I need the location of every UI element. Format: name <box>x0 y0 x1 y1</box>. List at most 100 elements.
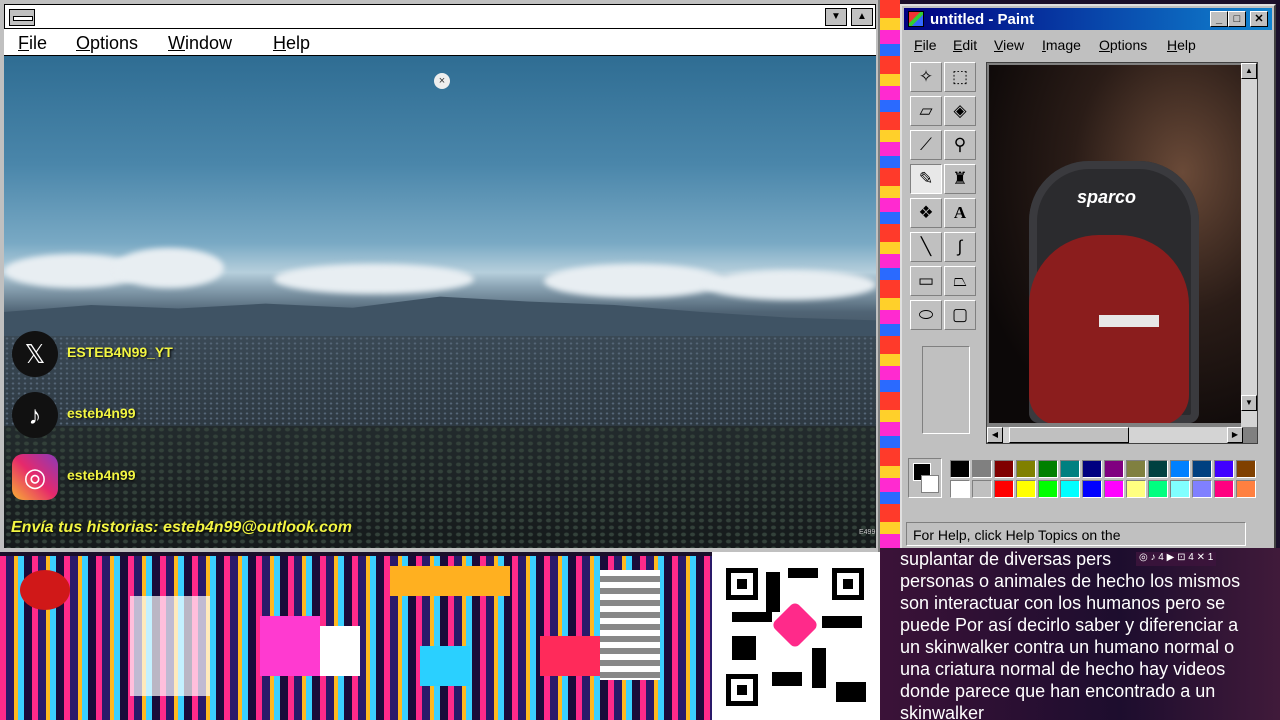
paint-menu-file[interactable]: File <box>914 37 937 53</box>
glitch-side-strip <box>880 0 900 552</box>
overlay-close-icon[interactable]: × <box>434 73 450 89</box>
paint-canvas-area[interactable]: sparco ▲ ▼ ◀ ▶ <box>986 62 1258 444</box>
mini-socials-bar: ◎ ♪ 4 ▶ ⊡ 4 ✕ 1 <box>1136 552 1217 566</box>
menu-file[interactable]: File <box>18 33 47 54</box>
caption-line: una criatura normal de hecho hay videos <box>900 659 1226 679</box>
caption-line: suplantar de diversas pers <box>900 549 1112 569</box>
x-logo-icon: 𝕏 <box>12 331 58 377</box>
brush-icon[interactable]: ♜ <box>944 164 976 194</box>
caption-text: suplantar de diversas pers personas o an… <box>900 548 1278 720</box>
vtuber-canvas-image: sparco <box>989 65 1247 423</box>
palette-swatch[interactable] <box>1060 480 1080 498</box>
menu-window[interactable]: Window <box>168 33 232 54</box>
paint-menu-view[interactable]: View <box>994 37 1024 53</box>
paint-title: untitled - Paint <box>930 11 1035 28</box>
palette-swatch[interactable] <box>1038 460 1058 478</box>
paint-menu-image[interactable]: Image <box>1042 37 1081 53</box>
ellipse-icon[interactable]: ⬭ <box>910 300 942 330</box>
polygon-icon[interactable]: ⏢ <box>944 266 976 296</box>
palette-swatch[interactable] <box>1214 460 1234 478</box>
palette-swatch[interactable] <box>1192 480 1212 498</box>
color-picker-icon[interactable]: ⟋ <box>910 130 942 160</box>
palette-swatch[interactable] <box>1126 480 1146 498</box>
rectangle-icon[interactable]: ▭ <box>910 266 942 296</box>
airbrush-icon[interactable]: ❖ <box>910 198 942 228</box>
palette-swatch[interactable] <box>1236 460 1256 478</box>
rounded-rect-icon[interactable]: ▢ <box>944 300 976 330</box>
scroll-right-icon[interactable]: ▶ <box>1227 427 1243 443</box>
palette-swatch[interactable] <box>1170 480 1190 498</box>
palette-swatch[interactable] <box>1104 460 1124 478</box>
palette-swatch[interactable] <box>1126 460 1146 478</box>
palette-swatch[interactable] <box>1148 460 1168 478</box>
caption-line: skinwalker <box>900 703 985 720</box>
minimize-button[interactable]: ▼ <box>825 8 847 26</box>
scroll-up-icon[interactable]: ▲ <box>1241 63 1257 79</box>
palette-swatch[interactable] <box>1148 480 1168 498</box>
instagram-handle: esteb4n99 <box>67 467 136 483</box>
tiktok-handle: esteb4n99 <box>67 405 136 421</box>
free-select-icon[interactable]: ✧ <box>910 62 942 92</box>
palette-swatch[interactable] <box>1236 480 1256 498</box>
paint-menubar: File Edit View Image Options Help <box>904 34 1272 56</box>
paint-minimize-button[interactable]: _ <box>1210 11 1228 27</box>
pixel-art-banner <box>0 556 712 720</box>
text-tool-icon[interactable]: A <box>944 198 976 228</box>
palette-swatch[interactable] <box>1170 460 1190 478</box>
palette-swatch[interactable] <box>994 460 1014 478</box>
paint-app-icon[interactable] <box>908 11 924 27</box>
scroll-thumb[interactable] <box>1009 427 1129 443</box>
viewer-titlebar: ▼ ▲ <box>4 4 876 29</box>
paint-maximize-button[interactable]: □ <box>1228 11 1246 27</box>
paint-menu-edit[interactable]: Edit <box>953 37 977 53</box>
curve-icon[interactable]: ∫ <box>944 232 976 262</box>
menu-help[interactable]: Help <box>273 33 310 54</box>
scroll-left-icon[interactable]: ◀ <box>987 427 1003 443</box>
palette-swatch[interactable] <box>1104 480 1124 498</box>
palette-swatch[interactable] <box>1016 460 1036 478</box>
magnifier-icon[interactable]: ⚲ <box>944 130 976 160</box>
menu-options[interactable]: Options <box>76 33 138 54</box>
palette-swatch[interactable] <box>1082 460 1102 478</box>
stories-email-text: Envía tus historias: esteb4n99@outlook.c… <box>11 519 353 536</box>
paint-menu-options[interactable]: Options <box>1099 37 1147 53</box>
palette-swatch[interactable] <box>1082 480 1102 498</box>
caption-panel: suplantar de diversas pers personas o an… <box>880 548 1280 720</box>
rect-select-icon[interactable]: ⬚ <box>944 62 976 92</box>
palette-swatch[interactable] <box>972 480 992 498</box>
system-menu-button[interactable] <box>9 9 35 26</box>
current-colors-indicator[interactable] <box>908 458 942 498</box>
caption-line: donde parece que han encontrado a un <box>900 681 1216 701</box>
palette-swatch[interactable] <box>994 480 1014 498</box>
paint-close-button[interactable]: ✕ <box>1250 11 1268 27</box>
maximize-button[interactable]: ▲ <box>851 8 873 26</box>
qr-code[interactable] <box>712 552 880 720</box>
caption-line: son interactuar con los humanos pero se <box>900 593 1226 613</box>
tiktok-logo-icon: ♪ <box>12 392 58 438</box>
horizontal-scrollbar[interactable]: ◀ ▶ <box>987 427 1243 443</box>
status-text: For Help, click Help Topics on the <box>913 527 1121 543</box>
fill-bucket-icon[interactable]: ◈ <box>944 96 976 126</box>
viewer-menubar: File Options Window Help <box>4 29 876 56</box>
palette-swatch[interactable] <box>1038 480 1058 498</box>
eraser-icon[interactable]: ▱ <box>910 96 942 126</box>
paint-toolbox: ✧ ⬚ ▱ ◈ ⟋ ⚲ ✎ ♜ ❖ A ╲ ∫ ▭ ⏢ ⬭ ▢ <box>910 62 982 442</box>
line-icon[interactable]: ╲ <box>910 232 942 262</box>
palette-swatch[interactable] <box>950 460 970 478</box>
palette-swatch[interactable] <box>1060 460 1080 478</box>
palette-swatch[interactable] <box>972 460 992 478</box>
pencil-icon[interactable]: ✎ <box>910 164 942 194</box>
image-viewer-window: ▼ ▲ File Options Window Help × 𝕏 ESTEB4N… <box>0 0 880 552</box>
corner-tag: E499 <box>859 529 876 536</box>
caption-line: un skinwalker contra un humano normal o <box>900 637 1235 657</box>
scroll-down-icon[interactable]: ▼ <box>1241 395 1257 411</box>
tool-options-box[interactable] <box>922 346 970 434</box>
paint-menu-help[interactable]: Help <box>1167 37 1196 53</box>
palette-swatch[interactable] <box>950 480 970 498</box>
paint-window: untitled - Paint _ □ ✕ File Edit View Im… <box>900 4 1276 550</box>
instagram-logo-icon: ◎ <box>12 454 58 500</box>
vertical-scrollbar[interactable]: ▲ ▼ <box>1241 63 1257 427</box>
palette-swatch[interactable] <box>1192 460 1212 478</box>
palette-swatch[interactable] <box>1214 480 1234 498</box>
palette-swatch[interactable] <box>1016 480 1036 498</box>
